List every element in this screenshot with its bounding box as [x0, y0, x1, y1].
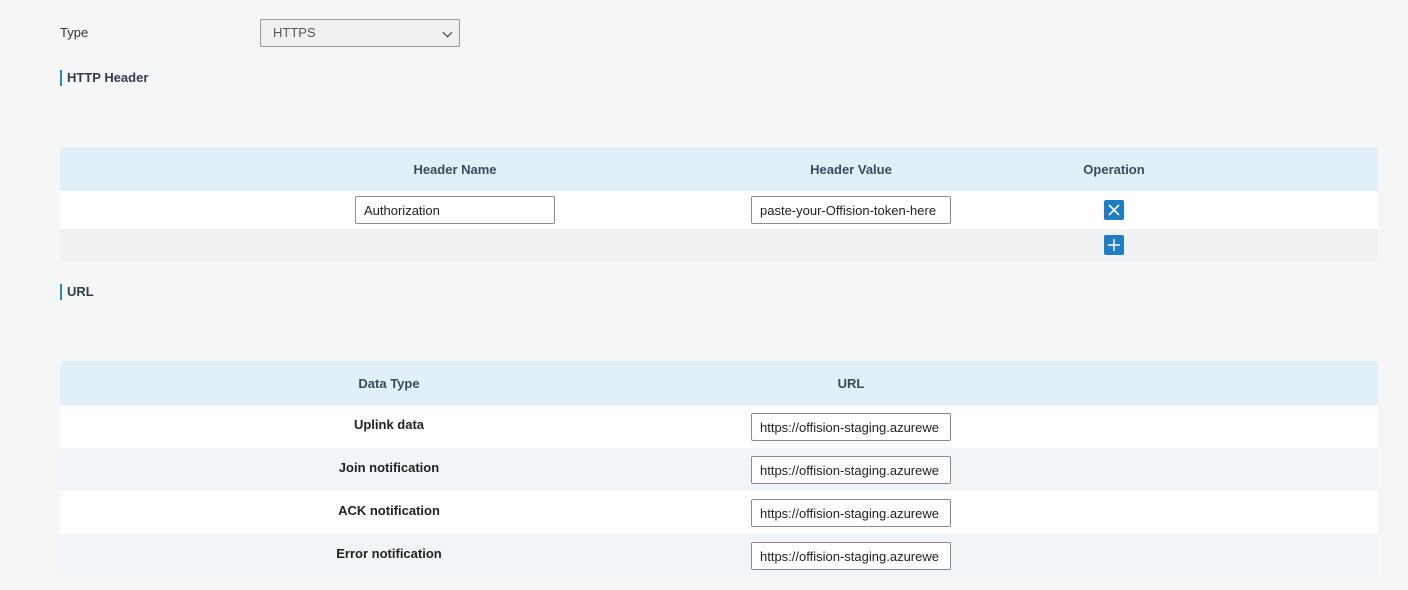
- header-name-input[interactable]: [355, 196, 555, 224]
- add-row-button[interactable]: [1104, 235, 1124, 255]
- data-type-label: Uplink data: [353, 417, 425, 432]
- header-value-input[interactable]: [751, 196, 951, 224]
- url-table-head: Data Type URL: [60, 361, 1378, 405]
- type-select-value: HTTPS: [273, 25, 316, 40]
- type-row: Type HTTPS: [60, 19, 460, 47]
- type-select[interactable]: HTTPS: [260, 19, 460, 47]
- close-icon: [1108, 204, 1120, 216]
- url-input-ack[interactable]: [751, 499, 951, 527]
- add-row: [60, 229, 1378, 261]
- delete-row-button[interactable]: [1104, 200, 1124, 220]
- http-header-table: Header Name Header Value Operation: [60, 147, 1378, 261]
- table-row: [60, 191, 1378, 229]
- table-row: Join notification: [60, 448, 1378, 491]
- chevron-down-icon: [442, 27, 453, 38]
- data-type-label: Error notification: [336, 546, 442, 561]
- url-input-error[interactable]: [751, 542, 951, 570]
- type-label: Type: [60, 25, 89, 40]
- url-input-join[interactable]: [751, 456, 951, 484]
- http-header-table-head: Header Name Header Value Operation: [60, 147, 1378, 191]
- data-type-label: ACK notification: [338, 503, 440, 518]
- data-type-label: Join notification: [338, 460, 440, 475]
- column-operation: Operation: [1083, 162, 1145, 177]
- column-url: URL: [837, 376, 865, 391]
- table-row: Error notification: [60, 534, 1378, 577]
- url-section-title: URL: [60, 284, 94, 300]
- column-header-name: Header Name: [413, 162, 497, 177]
- table-row: Uplink data: [60, 405, 1378, 448]
- http-header-section-title: HTTP Header: [60, 70, 148, 86]
- url-table: Data Type URL Uplink data Join notificat…: [60, 361, 1378, 577]
- column-header-value: Header Value: [810, 162, 892, 177]
- column-data-type: Data Type: [358, 376, 420, 391]
- table-row: ACK notification: [60, 491, 1378, 534]
- url-input-uplink[interactable]: [751, 413, 951, 441]
- plus-icon: [1108, 239, 1120, 251]
